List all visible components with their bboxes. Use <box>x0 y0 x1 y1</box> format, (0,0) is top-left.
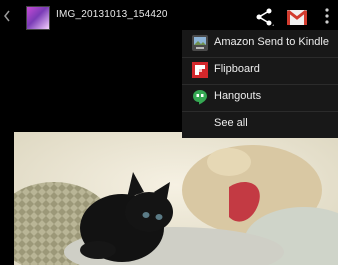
app-bar: IMG_20131013_154420 <box>0 0 338 32</box>
gmail-icon[interactable] <box>285 6 309 28</box>
menu-item-kindle[interactable]: Amazon Send to Kindle <box>182 30 338 58</box>
flipboard-icon <box>192 62 208 78</box>
gallery-screen: IMG_20131013_154420 Amazon Send to Kindl… <box>0 0 338 265</box>
menu-item-label: Amazon Send to Kindle <box>214 36 329 48</box>
hangouts-icon <box>193 90 207 105</box>
album-thumbnail[interactable] <box>26 6 50 30</box>
menu-item-flipboard[interactable]: Flipboard <box>182 57 338 85</box>
menu-item-hangouts[interactable]: Hangouts <box>182 84 338 112</box>
chevron-left-icon[interactable] <box>3 10 11 22</box>
kitten-photo <box>14 132 338 265</box>
kindle-icon <box>192 35 208 51</box>
share-menu: Amazon Send to Kindle Flipboard Hangouts… <box>182 30 338 138</box>
menu-item-label: See all <box>214 117 248 129</box>
menu-item-label: Flipboard <box>214 63 260 75</box>
overflow-menu-icon[interactable] <box>322 7 332 25</box>
share-icon[interactable] <box>253 6 275 28</box>
photo-viewer[interactable] <box>14 132 338 265</box>
menu-item-see-all[interactable]: See all <box>182 111 338 138</box>
image-title: IMG_20131013_154420 <box>56 9 168 20</box>
menu-item-label: Hangouts <box>214 90 262 102</box>
